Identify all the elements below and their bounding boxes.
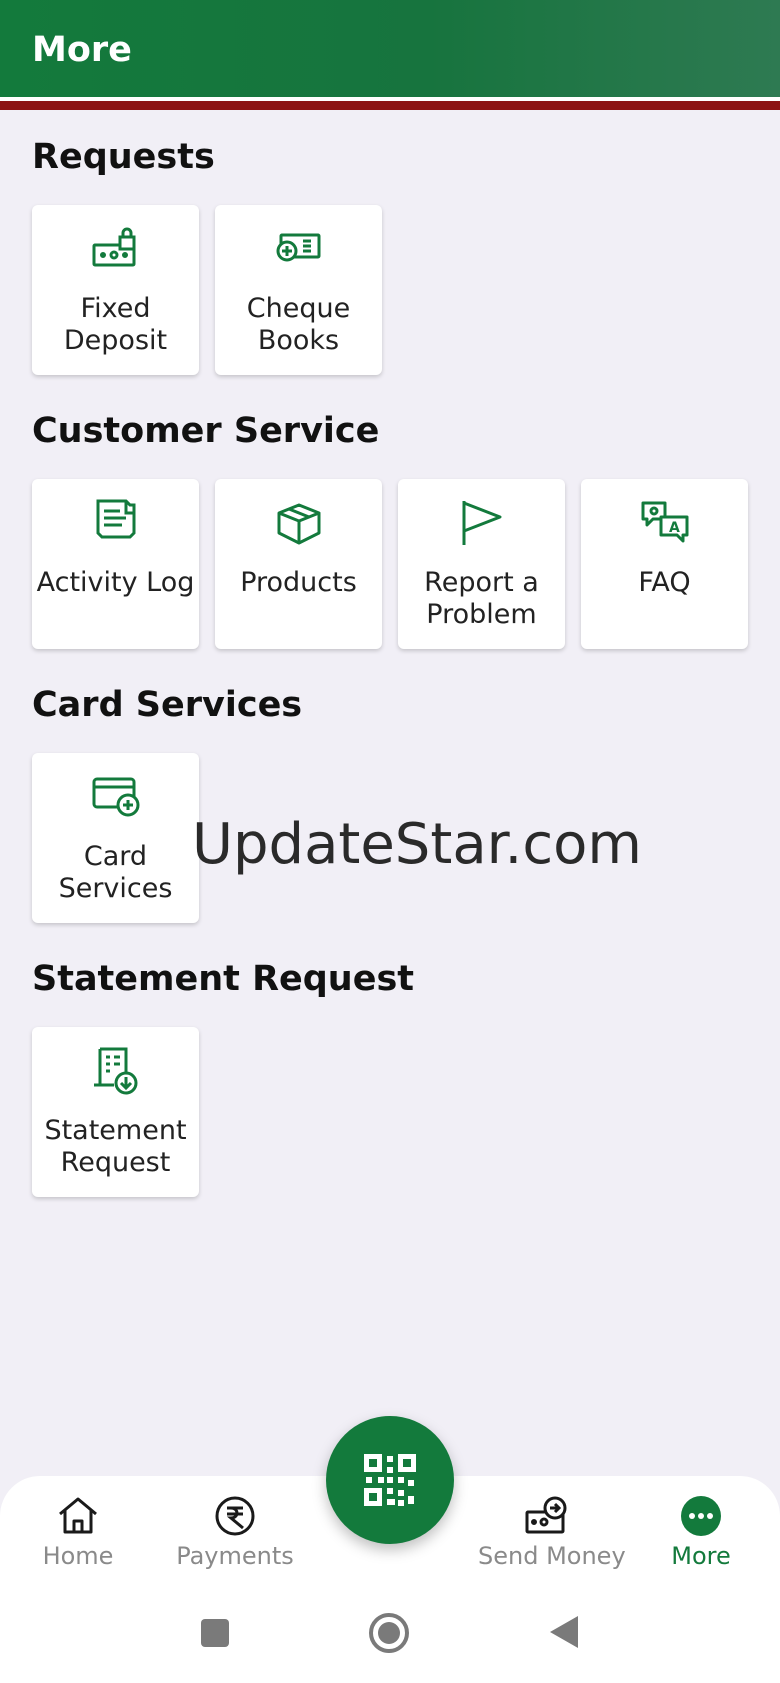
tile-label: Fixed Deposit	[36, 293, 195, 357]
section-title-statement-request: Statement Request	[32, 959, 415, 999]
tile-label-text: Activity Log	[36, 567, 195, 598]
tile-label: Statement Request	[36, 1115, 195, 1179]
flag-icon	[462, 501, 502, 545]
tile-label: Report a Problem	[402, 567, 561, 631]
tile-label-text: FAQ	[638, 567, 691, 598]
tile-label-text: Products	[240, 567, 357, 598]
send-money-icon	[525, 1496, 567, 1534]
tile-report-problem[interactable]: Report a Problem	[398, 479, 565, 649]
nav-home[interactable]: Home	[30, 1494, 126, 1570]
nav-label: Send Money	[478, 1542, 626, 1570]
qr-scan-button[interactable]	[326, 1416, 454, 1544]
tile-activity-log[interactable]: Activity Log	[32, 479, 199, 649]
cheque-book-icon	[276, 233, 321, 262]
section-title-customer-service: Customer Service	[32, 411, 380, 451]
tile-statement-request[interactable]: Statement Request	[32, 1027, 199, 1197]
section-title-requests: Requests	[32, 137, 215, 177]
tile-label: Cheque Books	[219, 293, 378, 357]
tile-cheque-books[interactable]: Cheque Books	[215, 205, 382, 375]
receipt-icon	[96, 499, 136, 539]
more-dots-icon	[681, 1496, 721, 1536]
tile-label: Card Services	[36, 841, 195, 905]
nav-label: Home	[42, 1542, 114, 1570]
tile-label-text: Fixed Deposit	[63, 293, 168, 356]
tile-faq[interactable]: A FAQ	[581, 479, 748, 649]
app-header: More	[0, 0, 780, 97]
statement-download-icon	[94, 1047, 138, 1095]
tile-label: Activity Log	[36, 567, 195, 599]
card-add-icon	[92, 777, 140, 817]
fixed-deposit-icon	[92, 227, 136, 267]
recent-apps-icon[interactable]	[200, 1618, 230, 1648]
tile-fixed-deposit[interactable]: Fixed Deposit	[32, 205, 199, 375]
tile-label: Products	[219, 567, 378, 599]
tile-label-text: Card Services	[58, 841, 173, 904]
box-icon	[277, 503, 321, 545]
tile-label: FAQ	[585, 567, 744, 599]
page-title: More	[32, 30, 132, 70]
svg-text:A: A	[669, 520, 680, 536]
home-icon	[59, 1497, 97, 1534]
tile-label-text: Cheque Books	[246, 293, 351, 356]
nav-send-money[interactable]: Send Money	[478, 1494, 626, 1570]
watermark-text: UpdateStar.com	[192, 812, 642, 877]
faq-icon: A	[641, 501, 689, 543]
tile-card-services[interactable]: Card Services	[32, 753, 199, 923]
nav-label: More	[671, 1542, 731, 1570]
tile-label-text: Report a Problem	[424, 567, 539, 630]
header-divider-red	[0, 101, 780, 110]
tile-products[interactable]: Products	[215, 479, 382, 649]
tile-label-text: Statement Request	[44, 1115, 187, 1178]
system-navigation-bar	[0, 1596, 780, 1683]
section-title-card-services: Card Services	[32, 685, 303, 725]
nav-payments[interactable]: Payments	[170, 1494, 300, 1570]
home-system-icon[interactable]	[368, 1612, 410, 1654]
qr-code-icon	[364, 1454, 416, 1506]
nav-more[interactable]: More	[656, 1494, 746, 1570]
back-icon[interactable]	[548, 1614, 580, 1650]
payments-icon	[215, 1496, 255, 1536]
nav-label: Payments	[176, 1542, 294, 1570]
